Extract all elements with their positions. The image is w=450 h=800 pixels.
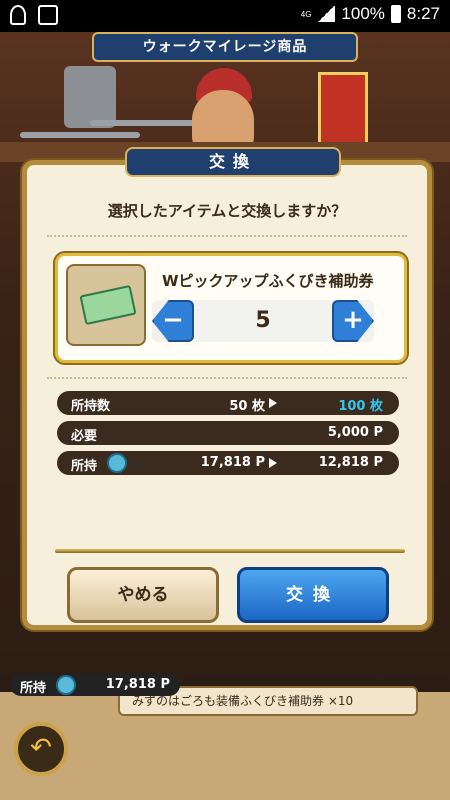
status-right: 4G 100% 8:27 (301, 4, 440, 24)
required-label: 必要 (71, 429, 98, 444)
exchange-button[interactable]: 交換 (237, 567, 389, 623)
item-icon-frame (66, 264, 146, 346)
battery-percent: 100% (341, 4, 385, 23)
exchange-dialog: 交換 選択したアイテムと交換しますか？ Wピックアップふくびき補助券 − 5 +… (22, 147, 432, 630)
signal-icon (317, 6, 336, 22)
owned-after: 100 枚 (338, 399, 383, 414)
ticket-icon (79, 284, 137, 326)
item-name: Wピックアップふくびき補助券 (162, 272, 374, 290)
holding-label: 所持 (20, 681, 47, 696)
balance-row: 所持 17,818 P 12,818 P (57, 451, 399, 475)
holding-points-bar: 所持 17,818 P (10, 674, 180, 696)
arrow-right-icon (269, 458, 277, 468)
clock: 8:27 (406, 4, 440, 23)
decrease-button[interactable]: − (152, 300, 194, 342)
holding-value: 17,818 P (105, 677, 170, 692)
sword-decoration (90, 120, 200, 126)
notification-icon (10, 5, 26, 25)
quantity-value: 5 (255, 308, 271, 333)
owned-label: 所持数 (71, 399, 111, 414)
confirm-question: 選択したアイテムと交換しますか？ (107, 202, 347, 220)
battery-icon (390, 5, 401, 23)
cancel-button[interactable]: やめる (67, 567, 219, 623)
quantity-stepper: − 5 + (152, 300, 374, 342)
required-value: 5,000 P (327, 425, 383, 440)
screen-title: ウォークマイレージ商品 (92, 32, 358, 62)
dialog-title: 交換 (125, 147, 341, 177)
back-arrow-icon: ↶ (30, 733, 52, 763)
owned-before: 50 枚 (229, 399, 265, 414)
owned-count-row: 所持数 50 枚 100 枚 (57, 391, 399, 415)
divider (47, 377, 407, 379)
arrow-right-icon (269, 398, 277, 408)
sword-decoration (20, 132, 140, 138)
device-icon (38, 5, 58, 25)
balance-after: 12,818 P (318, 455, 383, 470)
back-button[interactable]: ↶ (14, 722, 68, 776)
mileage-coin-icon (107, 453, 127, 473)
increase-button[interactable]: + (332, 300, 374, 342)
divider (47, 235, 407, 237)
ornament-divider (55, 549, 405, 553)
item-card: Wピックアップふくびき補助券 − 5 + (55, 253, 407, 363)
status-left (10, 5, 58, 25)
status-bar: 4G 100% 8:27 (0, 0, 450, 32)
required-row: 必要 5,000 P (57, 421, 399, 445)
balance-before: 17,818 P (200, 455, 265, 470)
mileage-coin-icon (56, 675, 76, 695)
balance-label: 所持 (71, 459, 98, 474)
network-label: 4G (300, 9, 312, 19)
axe-decoration (64, 66, 116, 128)
